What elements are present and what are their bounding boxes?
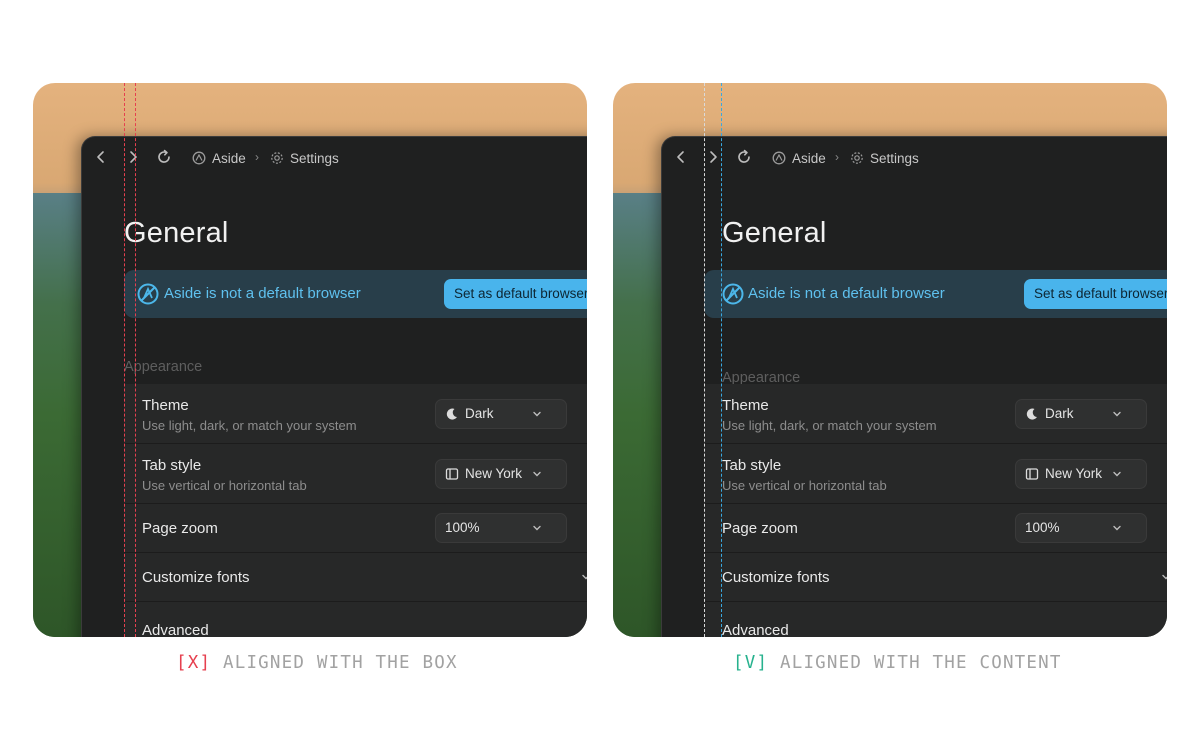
forward-icon[interactable]	[124, 148, 142, 166]
banner-text: Aside is not a default browser	[748, 285, 945, 302]
browser-window: Aside › Settings General Aside is not a …	[81, 136, 587, 637]
tab-style-select[interactable]: New York	[1015, 459, 1147, 489]
breadcrumb-app[interactable]: Aside	[772, 149, 826, 167]
reload-icon[interactable]	[155, 148, 173, 166]
breadcrumb-app-label: Aside	[212, 150, 246, 166]
page-zoom-select-value: 100%	[1025, 520, 1060, 535]
tab-style-select-value: New York	[465, 466, 523, 481]
breadcrumb-page-label: Settings	[290, 150, 339, 166]
back-icon[interactable]	[92, 148, 110, 166]
chevron-down-icon	[533, 411, 541, 417]
chevron-down-icon	[582, 574, 587, 580]
settings-row-customize-fonts[interactable]: Customize fonts	[124, 553, 587, 602]
browser-not-default-icon	[722, 283, 744, 305]
set-default-browser-button[interactable]: Set as default browser	[444, 279, 587, 309]
chevron-down-icon	[1113, 411, 1121, 417]
breadcrumb-app-label: Aside	[792, 150, 826, 166]
example-panel-content-aligned: Aside › Settings General Aside is not a …	[613, 83, 1167, 637]
back-icon[interactable]	[672, 148, 690, 166]
browser-window: Aside › Settings General Aside is not a …	[661, 136, 1167, 637]
alignment-guide-box-edge	[124, 83, 125, 637]
caption-content-aligned: [V] ALIGNED WITH THE CONTENT	[733, 653, 1062, 673]
settings-row-page-zoom[interactable]: Page zoom 100%	[124, 504, 587, 553]
row-label: Theme	[722, 397, 769, 414]
alignment-guide-box-edge	[704, 83, 705, 637]
row-label: Page zoom	[722, 520, 798, 537]
moon-icon	[446, 408, 457, 420]
gear-icon	[851, 152, 863, 164]
caption-box-aligned: [X] ALIGNED WITH THE BOX	[176, 653, 458, 673]
row-label: Tab style	[142, 457, 202, 474]
aside-logo-icon	[772, 151, 786, 165]
aside-logo-icon	[192, 151, 206, 165]
caption-text: ALIGNED WITH THE BOX	[222, 653, 458, 673]
banner-text: Aside is not a default browser	[164, 285, 361, 302]
theme-select[interactable]: Dark	[435, 399, 567, 429]
moon-icon	[1026, 408, 1037, 420]
settings-row-tab-style[interactable]: Tab style Use vertical or horizontal tab…	[124, 444, 587, 504]
example-panel-box-aligned: Aside › Settings General Aside is not a …	[33, 83, 587, 637]
breadcrumb-separator: ›	[835, 150, 839, 164]
page-title: General	[124, 217, 229, 249]
row-label: Advanced	[142, 622, 209, 637]
settings-row-theme[interactable]: Theme Use light, dark, or match your sys…	[124, 384, 587, 444]
alignment-guide-content-edge	[721, 83, 722, 637]
settings-row-theme[interactable]: Theme Use light, dark, or match your sys…	[704, 384, 1167, 444]
settings-row-advanced[interactable]: Advanced	[704, 602, 1167, 637]
chevron-down-icon	[533, 471, 541, 477]
breadcrumb-page[interactable]: Settings	[270, 149, 339, 167]
default-browser-banner: Aside is not a default browser Set as de…	[124, 270, 587, 318]
breadcrumb-page[interactable]: Settings	[850, 149, 919, 167]
toolbar: Aside › Settings	[82, 137, 587, 177]
row-label: Tab style	[722, 457, 782, 474]
page-title: General	[722, 217, 827, 249]
gear-icon	[271, 152, 283, 164]
breadcrumb-app[interactable]: Aside	[192, 149, 246, 167]
chevron-down-icon	[533, 525, 541, 531]
row-description: Use vertical or horizontal tab	[142, 478, 307, 493]
chevron-down-icon	[1113, 471, 1121, 477]
sidebar-layout-icon	[445, 468, 459, 480]
settings-row-tab-style[interactable]: Tab style Use vertical or horizontal tab…	[704, 444, 1167, 504]
settings-row-page-zoom[interactable]: Page zoom 100%	[704, 504, 1167, 553]
chevron-down-icon	[1113, 525, 1121, 531]
tab-style-select-value: New York	[1045, 466, 1103, 481]
caption-mark-wrong: [X]	[176, 653, 212, 673]
page-zoom-select[interactable]: 100%	[1015, 513, 1147, 543]
alignment-guide-content-edge	[135, 83, 136, 637]
theme-select-value: Dark	[1045, 406, 1074, 421]
caption-mark-correct: [V]	[733, 653, 769, 673]
settings-row-advanced[interactable]: Advanced	[124, 602, 587, 637]
browser-not-default-icon	[137, 283, 159, 305]
row-description: Use light, dark, or match your system	[142, 418, 357, 433]
page-zoom-select-value: 100%	[445, 520, 480, 535]
chevron-down-icon	[1162, 574, 1167, 580]
row-label: Page zoom	[142, 520, 218, 537]
set-default-browser-button[interactable]: Set as default browser	[1024, 279, 1167, 309]
row-description: Use vertical or horizontal tab	[722, 478, 887, 493]
reload-icon[interactable]	[735, 148, 753, 166]
forward-icon[interactable]	[704, 148, 722, 166]
breadcrumb-page-label: Settings	[870, 150, 919, 166]
theme-select-value: Dark	[465, 406, 494, 421]
toolbar: Aside › Settings	[662, 137, 1167, 177]
row-label: Customize fonts	[142, 569, 250, 586]
row-label: Customize fonts	[722, 569, 830, 586]
sidebar-layout-icon	[1025, 468, 1039, 480]
settings-row-customize-fonts[interactable]: Customize fonts	[704, 553, 1167, 602]
row-label: Theme	[142, 397, 189, 414]
default-browser-banner: Aside is not a default browser Set as de…	[704, 270, 1167, 318]
page-zoom-select[interactable]: 100%	[435, 513, 567, 543]
tab-style-select[interactable]: New York	[435, 459, 567, 489]
theme-select[interactable]: Dark	[1015, 399, 1147, 429]
row-label: Advanced	[722, 622, 789, 637]
breadcrumb-separator: ›	[255, 150, 259, 164]
row-description: Use light, dark, or match your system	[722, 418, 937, 433]
caption-text: ALIGNED WITH THE CONTENT	[779, 653, 1062, 673]
